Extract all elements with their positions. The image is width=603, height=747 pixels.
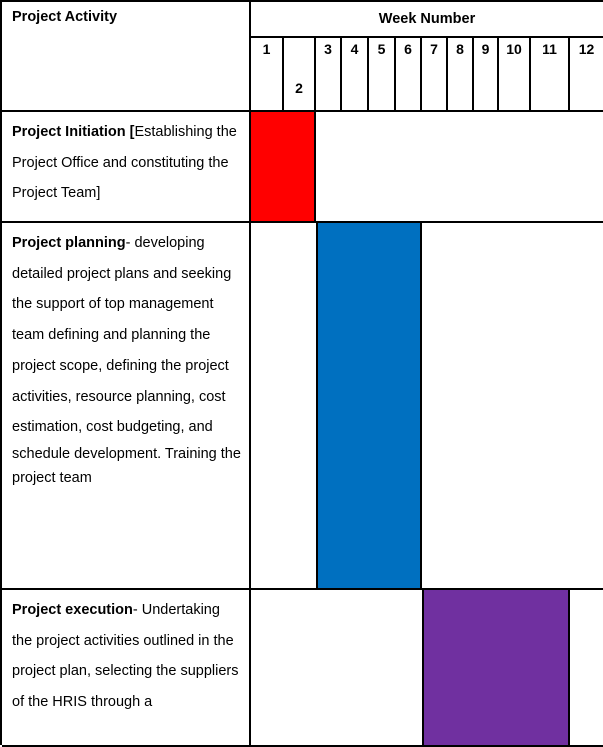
week-header-cell-2: 2 (284, 38, 316, 112)
week-header-label: 6 (404, 41, 412, 57)
week-header-cell-9: 9 (474, 38, 499, 112)
week-header-cell-4: 4 (342, 38, 369, 112)
header-project-activity-label: Project Activity (12, 9, 118, 25)
week-header-cell-8: 8 (448, 38, 474, 112)
gantt-bar[interactable] (251, 112, 316, 221)
week-header-cell-1: 1 (251, 38, 284, 112)
timeline-track (251, 112, 603, 223)
activity-description-tail: schedule development. Training the proje… (12, 446, 241, 486)
activity-description: - developing detailed project plans and … (12, 235, 232, 436)
week-header-label: 3 (324, 41, 332, 57)
week-header-label: 2 (295, 80, 303, 96)
header-week-number: Week Number (251, 2, 603, 38)
week-header-cell-7: 7 (422, 38, 448, 112)
week-header-cell-5: 5 (369, 38, 396, 112)
week-header-cell-11: 11 (531, 38, 570, 112)
header-project-activity: Project Activity (2, 2, 251, 112)
week-header-cell-3: 3 (316, 38, 342, 112)
week-header-cell-10: 10 (499, 38, 531, 112)
week-header-cell-6: 6 (396, 38, 422, 112)
week-header-label: 5 (377, 41, 386, 57)
week-number-header-row: 1 2 3 4 5 6 7 8 9 10 11 12 (251, 38, 603, 112)
activity-title: Project execution (12, 602, 133, 618)
week-header-label: 7 (430, 41, 438, 57)
gantt-bar[interactable] (316, 223, 422, 588)
timeline-track (251, 590, 603, 747)
activity-cell: Project execution- Undertaking the proje… (2, 590, 251, 747)
week-header-label: 11 (542, 41, 557, 57)
week-header-label: 1 (262, 41, 271, 57)
week-header-label: 4 (350, 41, 359, 57)
activity-description: - Undertaking the project activities out… (12, 602, 239, 711)
week-header-label: 9 (481, 41, 490, 57)
week-header-label: 8 (456, 41, 464, 57)
gantt-bar[interactable] (422, 590, 570, 745)
activity-cell: Project Initiation [Establishing the Pro… (2, 112, 251, 223)
week-header-label: 12 (578, 41, 595, 57)
week-header-cell-12: 12 (570, 38, 603, 112)
header-week-number-label: Week Number (378, 11, 476, 27)
activity-title: Project planning (12, 235, 126, 251)
activity-cell: Project planning- developing detailed pr… (2, 223, 251, 590)
timeline-track (251, 223, 603, 590)
gantt-chart-table: Project Activity Week Number 1 2 3 4 5 6 7 8 9 10… (0, 0, 603, 747)
activity-title: Project Initiation [ (12, 124, 135, 140)
week-header-label: 10 (506, 41, 522, 57)
